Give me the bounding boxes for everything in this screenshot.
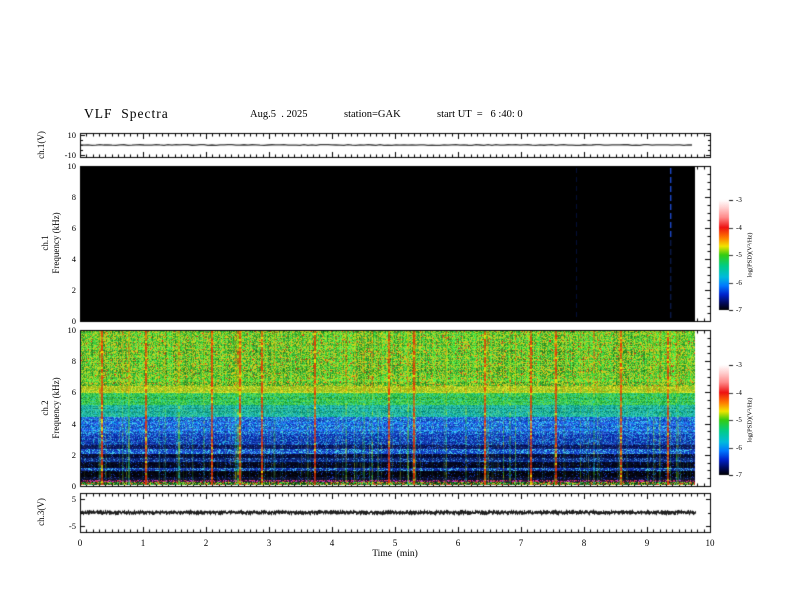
ch2-spec-y-tick-label: 8 (71, 356, 76, 367)
ch2-spec-y-tick-label: 0 (71, 481, 76, 491)
colorbar-tick-label: -7 (736, 471, 742, 479)
colorbar2-unit-label: log(PSD)(V²/Hz) (746, 397, 754, 443)
colorbar-tick-label: -6 (736, 278, 742, 287)
figure-title: VLF Spectra (84, 106, 169, 121)
ch1-spec-y-tick-label: 8 (71, 192, 76, 202)
date-label: Aug.5 . 2025 (250, 109, 308, 120)
vlf-spectra-figure: VLF Spectra Aug.5 . 2025 station=GAK sta… (0, 0, 792, 612)
x-tick-label: 9 (644, 538, 650, 548)
ch2-spec-y-tick-label: 4 (71, 418, 76, 429)
station-label: station=GAK (344, 109, 401, 120)
ch1-spec-y-tick-label: 2 (71, 285, 76, 295)
x-tick-label: 1 (140, 538, 146, 548)
ch2-spec-y-tick-label: 6 (71, 387, 76, 398)
ch1-frequency-axis-label: Frequency (kHz) (51, 212, 61, 274)
colorbar-tick-label: -3 (736, 361, 742, 369)
x-tick-label: 5 (392, 538, 398, 548)
colorbar-tick-label: -3 (736, 196, 742, 204)
ch3-volt-y-tick-label: 5 (71, 493, 76, 504)
ch3-voltage-axis-label: ch.3(V) (36, 498, 46, 526)
x-tick-label: 7 (518, 538, 524, 548)
x-tick-label: 8 (581, 538, 587, 548)
ch2-frequency-axis-label: Frequency (kHz) (51, 377, 61, 439)
colorbar-tick-label: -6 (736, 443, 742, 452)
x-tick-label: 3 (266, 538, 272, 548)
ch3-volt-y-tick-label: -5 (68, 521, 76, 532)
time-axis-label: Time (min) (372, 549, 418, 559)
ch2-spec-y-tick-label: 2 (71, 449, 76, 460)
x-tick-label: 0 (77, 538, 83, 548)
x-tick-label: 10 (705, 538, 715, 548)
x-tick-label: 2 (203, 538, 209, 548)
colorbar-tick-label: -4 (736, 388, 742, 397)
start-ut-label: start UT = 6 :40: 0 (437, 109, 523, 120)
ch1-spec-y-tick-label: 6 (71, 223, 76, 233)
colorbar-tick-label: -5 (736, 251, 742, 259)
colorbar1-unit-label: log(PSD)(V²/Hz) (746, 232, 754, 278)
ch2-spectrogram-channel-label: ch.2 (40, 400, 50, 416)
ch1-spec-y-tick-label: 10 (67, 161, 77, 171)
ch2-spec-y-tick-label: 10 (67, 325, 77, 335)
colorbar-tick-label: -4 (736, 223, 742, 232)
x-tick-label: 4 (329, 538, 335, 548)
colorbar-tick-label: -5 (736, 416, 742, 424)
ch1-volt-y-tick-label: 10 (67, 130, 77, 140)
ch1-volt-y-tick-label: -10 (64, 150, 76, 160)
ch1-spec-y-tick-label: 4 (71, 254, 76, 264)
ch1-spectrogram-channel-label: ch.1 (40, 235, 50, 251)
colorbar-tick-label: -7 (736, 306, 742, 314)
x-tick-label: 6 (455, 538, 461, 548)
plot-canvas (0, 0, 792, 612)
ch1-voltage-axis-label: ch.1(V) (36, 131, 46, 159)
